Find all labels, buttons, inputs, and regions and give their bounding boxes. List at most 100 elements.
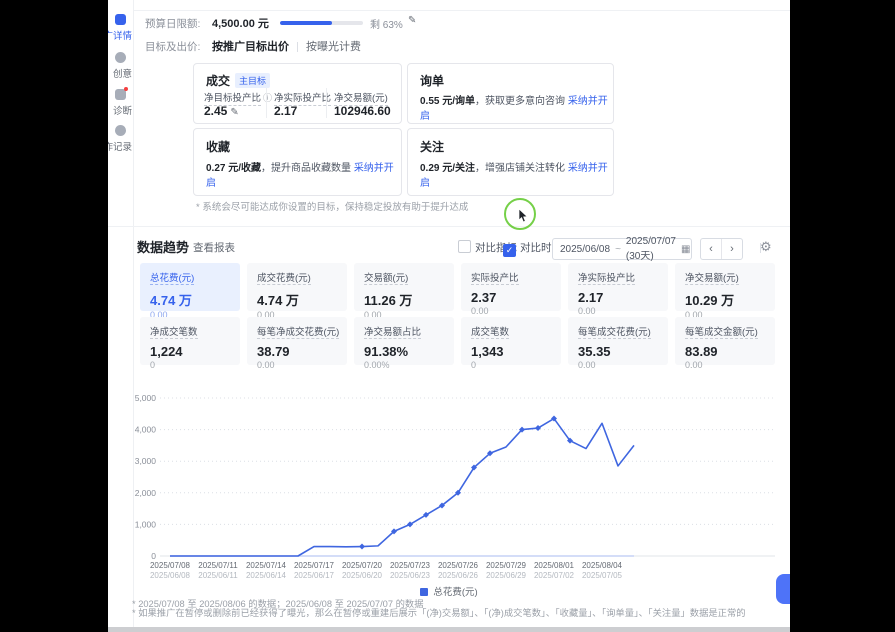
tile-label: 净成交笔数 (150, 324, 198, 339)
card-inquiry: 询单 0.55 元/询单，获取更多意向咨询 采纳并开启 (407, 63, 614, 124)
tile-value: 2.37 (471, 290, 561, 305)
x-axis-tick-compare: 2025/06/08 (150, 571, 191, 580)
tile-value: 11.26 万 (364, 290, 454, 309)
history-icon (115, 125, 126, 136)
budget-remaining: 剩 63% (370, 16, 403, 31)
prev-period-button[interactable]: ‹ (701, 239, 721, 259)
tab-bid-by-goal[interactable]: 按推广目标出价 (212, 41, 289, 53)
section-divider (108, 226, 790, 227)
diagnose-icon (115, 89, 126, 100)
inquiry-desc: ，获取更多意向咨询 (475, 96, 565, 107)
metric-tile-11[interactable]: 每笔成交花费(元)35.350.00 (568, 317, 668, 365)
tile-label: 净实际投产比 (578, 270, 635, 285)
follow-desc: ，增强店铺关注转化 (475, 163, 565, 174)
x-axis-tick-compare: 2025/06/11 (198, 571, 238, 580)
tile-label: 实际投产比 (471, 270, 519, 285)
tile-label: 净交易额占比 (364, 324, 421, 339)
card-deal: 成交主目标 净目标投产比ⓘ 2.45 ✎ 净实际投产比 2.17 净交易额(元)… (193, 63, 402, 124)
x-axis-tick-current: 2025/08/01 (534, 561, 575, 570)
checkbox-icon[interactable] (458, 240, 471, 253)
settings-gear-icon[interactable]: ⚙ (760, 239, 772, 255)
tile-value: 4.74 万 (150, 290, 240, 309)
tile-value: 35.35 (578, 344, 668, 359)
tab-divider (297, 42, 298, 52)
view-report-link[interactable]: 查看报表 (193, 240, 235, 255)
tile-label: 每笔净成交花费(元) (257, 324, 339, 339)
metric-tile-10[interactable]: 成交笔数1,3430 (461, 317, 561, 365)
metric-tile-5[interactable]: 净实际投产比2.170.00 (568, 263, 668, 311)
tile-compare-value: 0.00 (471, 306, 561, 316)
date-range-picker[interactable]: 2025/06/08 ~ 2025/07/07 (30天) ▦ (552, 238, 692, 260)
sidebar-item-label: 诊断 (108, 103, 132, 117)
tile-label: 净交易额(元) (685, 270, 739, 285)
x-axis-tick-current: 2025/07/23 (390, 561, 431, 570)
card-follow: 关注 0.29 元/关注，增强店铺关注转化 采纳并开启 (407, 128, 614, 196)
info-icon[interactable]: ⓘ (263, 93, 272, 103)
tile-compare-value: 0.00 (685, 360, 775, 370)
metric-net-target-roi-value: 2.45 (204, 104, 227, 118)
trend-section-title: 数据趋势 (137, 237, 189, 256)
x-axis-tick-compare: 2025/06/14 (246, 571, 287, 580)
x-axis-tick-compare: 2025/06/26 (438, 571, 479, 580)
metric-net-gmv-value: 102946.60 (334, 104, 391, 118)
y-axis-tick: 0 (151, 551, 156, 561)
metric-tile-2[interactable]: 成交花费(元)4.74 万0.00 (247, 263, 347, 311)
date-separator: ~ (615, 244, 621, 255)
date-start: 2025/06/08 (560, 244, 610, 255)
checkbox-icon[interactable]: ✓ (503, 244, 516, 257)
sidebar-item-label: 推广详情 (108, 28, 132, 42)
sidebar-item-3[interactable]: 诊断 (108, 89, 133, 103)
metric-tile-6[interactable]: 净交易额(元)10.29 万0.00 (675, 263, 775, 311)
card-deal-title: 成交 (206, 74, 230, 88)
tile-value: 2.17 (578, 290, 668, 305)
tile-compare-value: 0.00 (578, 360, 668, 370)
tile-label: 每笔成交金额(元) (685, 324, 758, 339)
budget-value: 4,500.00 元 (212, 15, 269, 31)
sidebar-item-4[interactable]: 操作记录 (108, 125, 133, 139)
main-panel: 推广详情创意诊断操作记录 预算日限额: 4,500.00 元 剩 63% ✎ 目… (108, 0, 790, 632)
date-end: 2025/07/07 (30天) (626, 236, 676, 262)
x-axis-tick-compare: 2025/07/05 (582, 571, 623, 580)
budget-edit-icon[interactable]: ✎ (408, 15, 416, 26)
metric-tile-8[interactable]: 每笔净成交花费(元)38.790.00 (247, 317, 347, 365)
metric-tile-1[interactable]: 总花费(元)4.74 万0.00 (140, 263, 240, 311)
metric-divider (326, 88, 327, 118)
bottom-scrollbar[interactable] (108, 627, 790, 632)
metric-tile-12[interactable]: 每笔成交金额(元)83.890.00 (675, 317, 775, 365)
tile-compare-value: 0.00% (364, 360, 454, 370)
date-nav: ‹ › (700, 238, 743, 260)
top-divider (133, 10, 790, 11)
line-chart-svg: 01,0002,0003,0004,0005,0002025/07/082025… (130, 388, 782, 588)
tile-value: 4.74 万 (257, 290, 347, 309)
legend-swatch (420, 588, 428, 596)
metric-tile-3[interactable]: 交易额(元)11.26 万0.00 (354, 263, 454, 311)
y-axis-tick: 2,000 (135, 488, 157, 498)
campaign-icon (115, 14, 126, 25)
tile-label: 总花费(元) (150, 270, 194, 285)
trend-line-chart: 01,0002,0003,0004,0005,0002025/07/082025… (130, 388, 782, 588)
tab-bid-by-impression[interactable]: 按曝光计费 (306, 41, 361, 53)
footnote-2: * 如果推广在暂停或删除前已经获得了曝光，那么在暂停或重建后展示「(净)交易额」… (132, 605, 746, 619)
tile-compare-value: 0.00 (578, 306, 668, 316)
tile-value: 83.89 (685, 344, 775, 359)
tile-label: 交易额(元) (364, 270, 408, 285)
metric-tile-7[interactable]: 净成交笔数1,2240 (140, 317, 240, 365)
tile-compare-value: 0 (471, 360, 561, 370)
click-highlight-ring (504, 198, 536, 230)
tile-compare-value: 0 (150, 360, 240, 370)
edit-roi-icon[interactable]: ✎ (230, 107, 238, 118)
metric-tile-9[interactable]: 净交易额占比91.38%0.00% (354, 317, 454, 365)
card-follow-title: 关注 (420, 138, 444, 155)
sidebar-item-label: 操作记录 (108, 139, 132, 153)
sidebar-item-2[interactable]: 创意 (108, 52, 133, 66)
x-axis-tick-current: 2025/07/14 (246, 561, 287, 570)
sidebar-item-1[interactable]: 推广详情 (108, 14, 133, 28)
metric-tile-4[interactable]: 实际投产比2.370.00 (461, 263, 561, 311)
floating-side-button[interactable] (776, 574, 790, 604)
tile-value: 1,224 (150, 344, 240, 359)
tile-value: 38.79 (257, 344, 347, 359)
favorite-desc: ，提升商品收藏数量 (261, 163, 351, 174)
budget-progress-bar (280, 21, 363, 25)
next-period-button[interactable]: › (721, 239, 742, 259)
inquiry-price: 0.55 元/询单 (420, 96, 475, 107)
